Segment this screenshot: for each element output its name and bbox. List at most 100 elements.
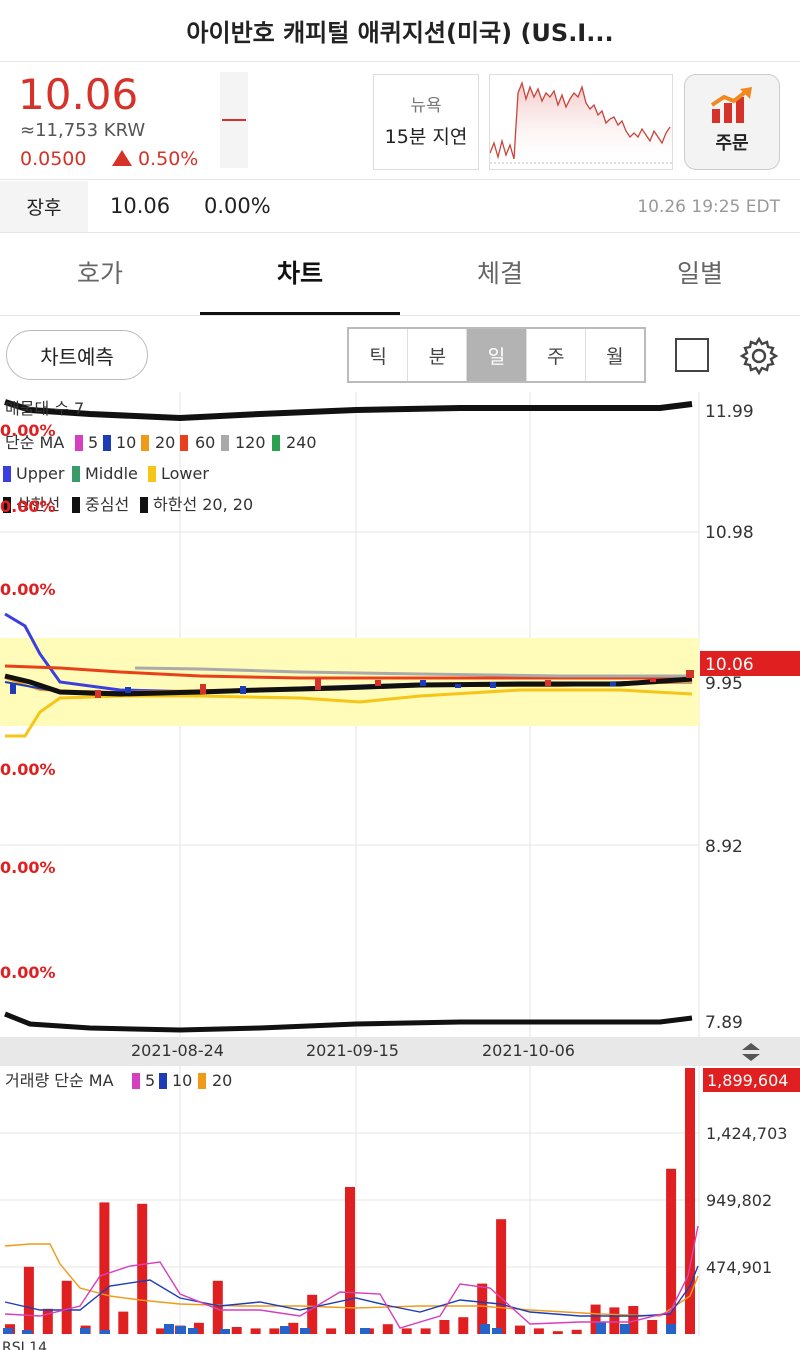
legend-bb-lower-swatch — [148, 466, 156, 482]
volume-profile-pct-6: 0.00% — [0, 963, 56, 982]
price-chart[interactable]: 매물대 수 7 단순 MA 5 10 20 60 120 240 Upper M… — [0, 392, 800, 1037]
volume-bar — [647, 1320, 658, 1334]
rsi-panel-label: RSI 14 — [2, 1340, 48, 1350]
period-month[interactable]: 월 — [586, 329, 644, 381]
order-button-label: 주문 — [715, 133, 749, 154]
legend-ma120: 120 — [235, 433, 266, 452]
volume-bar — [515, 1325, 525, 1334]
volume-bar — [685, 1068, 695, 1334]
after-hours-row: 장후 10.06 0.00% 10.26 19:25 EDT — [0, 181, 800, 233]
period-tick[interactable]: 틱 — [349, 329, 409, 381]
chart-predict-button[interactable]: 차트예측 — [6, 330, 148, 380]
y-tick-7-89: 7.89 — [705, 1013, 743, 1033]
volume-bar — [420, 1328, 431, 1334]
period-selector: 틱 분 일 주 월 — [347, 327, 646, 383]
period-week[interactable]: 주 — [527, 329, 586, 381]
volume-legend-ma20-swatch — [198, 1073, 206, 1089]
legend-env-middle: 중심선 — [85, 495, 129, 514]
exchange-box: 뉴욕 15분 지연 — [373, 74, 479, 170]
volume-bar — [99, 1202, 110, 1334]
volume-bar — [382, 1324, 393, 1334]
envelope-upper-line — [4, 399, 693, 422]
y-tick-11-99: 11.99 — [705, 402, 754, 422]
period-day[interactable]: 일 — [467, 329, 527, 381]
volume-bar — [345, 1187, 355, 1334]
current-price: 10.06 — [18, 70, 139, 119]
legend-ma10-swatch — [103, 435, 111, 451]
volume-chart[interactable]: 거래량 단순 MA 5 10 20 1,899,604 1,424,703 94… — [0, 1066, 800, 1336]
tab-daily[interactable]: 일별 — [600, 234, 800, 315]
legend-ma20: 20 — [155, 433, 175, 452]
volume-profile-pct-1: 0.00% — [0, 421, 56, 440]
y-tick-9-95: 9.95 — [705, 674, 743, 694]
period-minute[interactable]: 분 — [408, 329, 468, 381]
volume-legend-ma5: 5 — [145, 1071, 155, 1090]
current-price-tag-label: 10.06 — [705, 655, 754, 675]
envelope-lower-line — [4, 1011, 693, 1033]
order-button[interactable]: 주문 — [684, 74, 780, 170]
volume-legend-ma10-swatch — [159, 1073, 167, 1089]
price-chart-svg[interactable]: 매물대 수 7 단순 MA 5 10 20 60 120 240 Upper M… — [0, 392, 800, 1037]
volume-bar — [458, 1317, 469, 1334]
price-change-pct-value: 0.50% — [138, 148, 199, 170]
legend-ma60: 60 — [195, 433, 215, 452]
volume-legend-ma20: 20 — [212, 1071, 232, 1090]
volume-profile-pct-5: 0.00% — [0, 858, 56, 877]
intraday-sparkline[interactable] — [489, 74, 673, 170]
quote-panel: 10.06 ≈11,753 KRW 0.0500 0.50% 뉴욕 15분 지연 — [0, 62, 800, 180]
chart-toolbar: 차트예측 틱 분 일 주 월 — [0, 318, 800, 392]
volume-legend-prefix: 거래량 단순 MA — [5, 1071, 114, 1090]
volume-bar — [439, 1320, 450, 1334]
legend-bb-middle-swatch — [72, 466, 80, 482]
volume-bar — [326, 1328, 337, 1334]
volume-tick-max: 1,899,604 — [707, 1071, 788, 1090]
volume-bar — [609, 1307, 620, 1334]
legend-ma20-swatch — [141, 435, 149, 451]
legend-volume-profile: 매물대 수 7 — [5, 399, 84, 418]
volume-bar — [269, 1328, 280, 1334]
volume-bar — [250, 1328, 261, 1334]
volume-chart-svg[interactable]: 거래량 단순 MA 5 10 20 1,899,604 1,424,703 94… — [0, 1066, 800, 1336]
after-hours-label: 장후 — [0, 181, 88, 232]
day-range-marker — [222, 119, 246, 121]
legend-env-middle-swatch — [72, 497, 80, 513]
legend-ma240-swatch — [272, 435, 280, 451]
resize-handle-icon[interactable] — [740, 1041, 762, 1063]
legend-bb-upper: Upper — [16, 464, 65, 483]
tab-bar: 호가 차트 체결 일별 — [0, 234, 800, 316]
volume-bars — [5, 1068, 695, 1334]
volume-profile-pct-4: 0.00% — [0, 760, 56, 779]
gear-icon — [739, 336, 779, 376]
price-change-pct: 0.50% — [112, 148, 198, 170]
volume-bar — [137, 1203, 148, 1334]
exchange-delay: 15분 지연 — [384, 126, 468, 148]
volume-tick-2: 1,424,703 — [706, 1124, 787, 1143]
volume-tick-3: 949,802 — [706, 1191, 772, 1210]
krw-price: ≈11,753 KRW — [20, 120, 146, 141]
tab-trades[interactable]: 체결 — [400, 234, 600, 315]
volume-bar — [533, 1328, 544, 1334]
exchange-name: 뉴욕 — [410, 96, 442, 116]
legend-ma120-swatch — [221, 435, 229, 451]
tab-chart[interactable]: 차트 — [200, 234, 400, 315]
volume-bar — [61, 1280, 72, 1334]
y-tick-8-92: 8.92 — [705, 837, 743, 857]
volume-bar — [23, 1266, 34, 1334]
volume-tick-4: 474,901 — [706, 1258, 772, 1277]
title-bar: 아이반호 캐피털 애퀴지션(미국) (US.I... — [0, 0, 800, 62]
settings-button[interactable] — [739, 336, 779, 380]
y-tick-10-98: 10.98 — [705, 523, 754, 543]
tab-orderbook[interactable]: 호가 — [0, 234, 200, 315]
volume-bar — [571, 1329, 582, 1334]
legend-bb-lower: Lower — [161, 464, 209, 483]
legend-ma60-swatch — [180, 435, 188, 451]
time-axis: 2021-08-24 2021-09-15 2021-10-06 — [0, 1037, 800, 1066]
up-triangle-icon — [112, 150, 132, 166]
price-change: 0.0500 — [20, 148, 87, 170]
fullscreen-checkbox[interactable] — [675, 338, 709, 372]
legend-ma240: 240 — [286, 433, 317, 452]
legend-env-lower-swatch — [140, 497, 148, 513]
volume-legend-ma10: 10 — [172, 1071, 192, 1090]
day-range-bar — [220, 72, 248, 168]
legend-ma5-swatch — [75, 435, 83, 451]
